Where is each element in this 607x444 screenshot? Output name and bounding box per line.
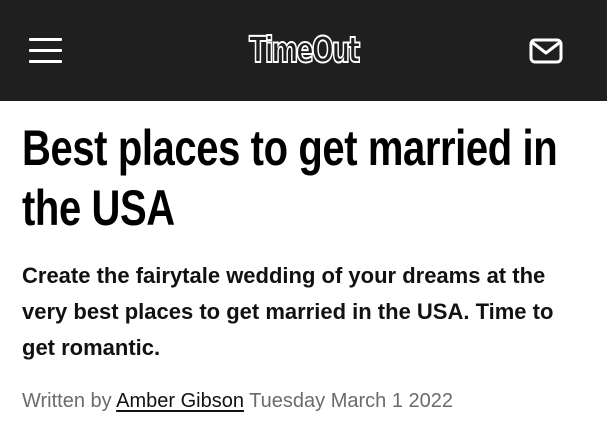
envelope-icon[interactable] xyxy=(529,38,563,64)
byline: Written by Amber Gibson Tuesday March 1 … xyxy=(22,387,453,415)
article-standfirst: Create the fairytale wedding of your dre… xyxy=(22,263,554,360)
menu-line xyxy=(29,49,62,52)
logo-wordmark: TimeOut xyxy=(249,30,362,71)
publish-date: Tuesday March 1 2022 xyxy=(249,390,453,412)
author-link[interactable]: Amber Gibson xyxy=(116,390,244,412)
top-navigation-bar: TimeOut xyxy=(0,0,607,101)
menu-line xyxy=(29,38,62,41)
article-title: Best places to get married in the USA xyxy=(22,120,558,236)
timeout-logo[interactable]: TimeOut xyxy=(246,26,362,76)
byline-prefix: Written by xyxy=(22,390,112,412)
envelope-icon-graphic xyxy=(529,38,563,64)
hamburger-menu-icon[interactable] xyxy=(29,38,62,64)
menu-line xyxy=(29,60,62,63)
